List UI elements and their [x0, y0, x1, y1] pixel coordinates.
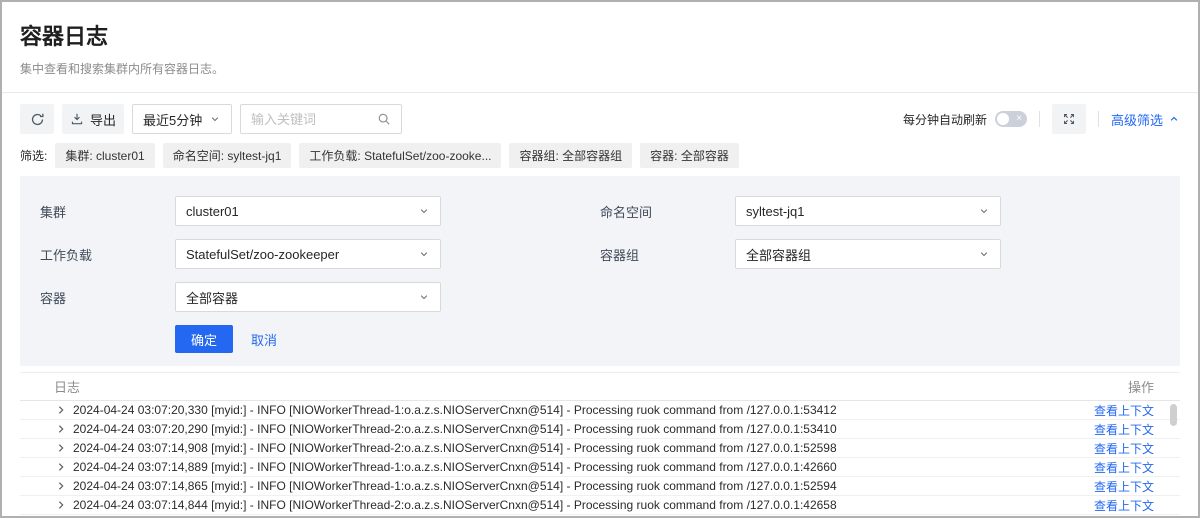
action-column-header: 操作: [1128, 377, 1154, 396]
pod-select-value: 全部容器组: [746, 245, 811, 264]
download-icon: [70, 112, 84, 126]
refresh-button[interactable]: [20, 104, 54, 134]
log-table-header: 日志 操作: [20, 373, 1180, 401]
cluster-select[interactable]: cluster01: [175, 196, 441, 226]
chevron-right-icon[interactable]: [56, 481, 66, 491]
auto-refresh-toggle[interactable]: ×: [995, 111, 1027, 127]
field-workload-label: 工作负载: [40, 245, 175, 264]
page-subtitle: 集中查看和搜索集群内所有容器日志。: [20, 60, 1180, 77]
namespace-select[interactable]: syltest-jq1: [735, 196, 1001, 226]
page-content: 导出 最近5分钟 每分钟自动刷新 ×: [2, 104, 1198, 515]
fullscreen-button[interactable]: [1052, 104, 1086, 134]
log-row: 2024-04-24 03:07:20,290 [myid:] - INFO […: [20, 420, 1180, 439]
view-context-link[interactable]: 查看上下文: [1094, 497, 1154, 514]
search-box: [240, 104, 402, 134]
refresh-icon: [30, 112, 45, 127]
log-column-header: 日志: [54, 377, 80, 396]
auto-refresh-label: 每分钟自动刷新: [903, 111, 987, 128]
log-row-text: 2024-04-24 03:07:14,844 [myid:] - INFO […: [73, 498, 1082, 512]
view-context-link[interactable]: 查看上下文: [1094, 402, 1154, 419]
container-select-value: 全部容器: [186, 288, 238, 307]
fullscreen-icon: [1062, 112, 1076, 126]
chevron-down-icon: [418, 205, 430, 217]
chevron-down-icon: [209, 113, 221, 125]
field-cluster-label: 集群: [40, 202, 175, 221]
field-pod-label: 容器组: [600, 245, 735, 264]
scrollbar-thumb[interactable]: [1170, 404, 1177, 426]
view-context-link[interactable]: 查看上下文: [1094, 478, 1154, 495]
field-container: 容器 全部容器: [40, 282, 600, 312]
field-pod: 容器组 全部容器组: [600, 239, 1160, 269]
field-container-label: 容器: [40, 288, 175, 307]
panel-actions: 确定 取消: [175, 325, 1160, 353]
toggle-off-x-icon: ×: [1016, 111, 1022, 126]
chevron-right-icon[interactable]: [56, 424, 66, 434]
export-button[interactable]: 导出: [62, 104, 124, 134]
page-header: 容器日志 集中查看和搜索集群内所有容器日志。: [2, 2, 1198, 93]
chevron-down-icon: [978, 205, 990, 217]
toolbar-divider: [1098, 111, 1099, 127]
search-icon[interactable]: [377, 112, 391, 126]
log-row-text: 2024-04-24 03:07:14,889 [myid:] - INFO […: [73, 460, 1082, 474]
filter-label: 筛选:: [20, 147, 47, 164]
filter-tag-container: 容器: 全部容器: [640, 143, 739, 168]
filter-tag-cluster: 集群: cluster01: [55, 143, 154, 168]
cluster-select-value: cluster01: [186, 204, 239, 219]
toolbar: 导出 最近5分钟 每分钟自动刷新 ×: [20, 104, 1180, 134]
chevron-right-icon[interactable]: [56, 443, 66, 453]
cancel-button[interactable]: 取消: [251, 330, 277, 349]
toggle-knob: [997, 113, 1009, 125]
chevron-up-icon: [1168, 113, 1180, 125]
field-workload: 工作负载 StatefulSet/zoo-zookeeper: [40, 239, 600, 269]
container-select[interactable]: 全部容器: [175, 282, 441, 312]
log-row: 2024-04-24 03:07:14,844 [myid:] - INFO […: [20, 496, 1180, 515]
export-button-label: 导出: [90, 110, 116, 129]
filter-tag-workload: 工作负载: StatefulSet/zoo-zooke...: [299, 143, 501, 168]
chevron-right-icon[interactable]: [56, 500, 66, 510]
chevron-right-icon[interactable]: [56, 405, 66, 415]
field-namespace-label: 命名空间: [600, 202, 735, 221]
log-row: 2024-04-24 03:07:20,330 [myid:] - INFO […: [20, 401, 1180, 420]
time-range-select[interactable]: 最近5分钟: [132, 104, 232, 134]
view-context-link[interactable]: 查看上下文: [1094, 421, 1154, 438]
field-namespace: 命名空间 syltest-jq1: [600, 196, 1160, 226]
advanced-filter-toggle[interactable]: 高级筛选: [1111, 110, 1180, 129]
search-input[interactable]: [251, 112, 377, 127]
log-row-text: 2024-04-24 03:07:14,908 [myid:] - INFO […: [73, 441, 1082, 455]
chevron-down-icon: [418, 248, 430, 260]
page-title: 容器日志: [20, 19, 1180, 51]
chevron-down-icon: [978, 248, 990, 260]
pod-select[interactable]: 全部容器组: [735, 239, 1001, 269]
filter-tag-pod: 容器组: 全部容器组: [509, 143, 632, 168]
confirm-button[interactable]: 确定: [175, 325, 233, 353]
toolbar-divider: [1039, 111, 1040, 127]
advanced-filter-panel: 集群 cluster01 命名空间 syltest-jq1: [20, 176, 1180, 366]
filter-summary-bar: 筛选: 集群: cluster01 命名空间: syltest-jq1 工作负载…: [20, 143, 1180, 168]
log-row: 2024-04-24 03:07:14,908 [myid:] - INFO […: [20, 439, 1180, 458]
workload-select-value: StatefulSet/zoo-zookeeper: [186, 247, 339, 262]
chevron-right-icon[interactable]: [56, 462, 66, 472]
time-range-value: 最近5分钟: [143, 110, 202, 129]
chevron-down-icon: [418, 291, 430, 303]
view-context-link[interactable]: 查看上下文: [1094, 459, 1154, 476]
namespace-select-value: syltest-jq1: [746, 204, 805, 219]
log-row: 2024-04-24 03:07:14,865 [myid:] - INFO […: [20, 477, 1180, 496]
view-context-link[interactable]: 查看上下文: [1094, 440, 1154, 457]
log-row-text: 2024-04-24 03:07:20,290 [myid:] - INFO […: [73, 422, 1082, 436]
log-row: 2024-04-24 03:07:14,889 [myid:] - INFO […: [20, 458, 1180, 477]
log-row-text: 2024-04-24 03:07:20,330 [myid:] - INFO […: [73, 403, 1082, 417]
log-row-text: 2024-04-24 03:07:14,865 [myid:] - INFO […: [73, 479, 1082, 493]
filter-field-grid: 集群 cluster01 命名空间 syltest-jq1: [40, 196, 1160, 312]
field-cluster: 集群 cluster01: [40, 196, 600, 226]
log-table: 日志 操作 2024-04-24 03:07:20,330 [myid:] - …: [20, 372, 1180, 515]
log-table-body: 2024-04-24 03:07:20,330 [myid:] - INFO […: [20, 401, 1180, 515]
advanced-filter-label: 高级筛选: [1111, 110, 1163, 129]
filter-tag-namespace: 命名空间: syltest-jq1: [163, 143, 292, 168]
workload-select[interactable]: StatefulSet/zoo-zookeeper: [175, 239, 441, 269]
